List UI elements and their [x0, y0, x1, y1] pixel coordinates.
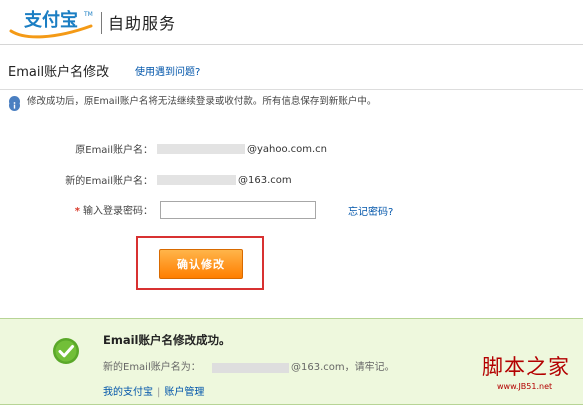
link-separator: | — [157, 387, 161, 398]
jb51-watermark-title: 脚本之家 — [482, 355, 570, 379]
section-header: Email账户名修改 使用遇到问题? — [0, 58, 583, 88]
page-header: 支付宝 TM 自助服务 — [0, 0, 583, 45]
success-title: Email账户名修改成功。 — [103, 333, 231, 347]
section-title: Email账户名修改 — [8, 65, 110, 80]
old-account-label: 原Email账户名： — [75, 145, 153, 156]
confirm-change-button[interactable]: 确认修改 — [159, 249, 243, 279]
old-account-value: @yahoo.com.cn — [247, 144, 327, 155]
account-management-link[interactable]: 账户管理 — [164, 387, 204, 398]
alipay-logo: 支付宝 TM — [9, 9, 93, 39]
success-new-account-label: 新的Email账户名为： — [103, 362, 201, 373]
password-row: * 输入登录密码： 忘记密码? — [0, 199, 583, 223]
password-input[interactable] — [160, 201, 316, 219]
svg-text:TM: TM — [83, 11, 93, 18]
success-new-account-value: @163.com，请牢记。 — [291, 362, 395, 373]
checkmark-icon — [53, 338, 79, 364]
page-title: 自助服务 — [108, 14, 177, 33]
old-account-mask — [157, 144, 245, 154]
email-account-change-page: 支付宝 TM 自助服务 Email账户名修改 使用遇到问题? 修改成功后，原Em… — [0, 0, 583, 405]
new-account-value: @163.com — [238, 175, 292, 186]
new-account-mask — [157, 175, 236, 185]
success-links: 我的支付宝 | 账户管理 — [103, 385, 204, 400]
success-account-mask — [212, 363, 289, 373]
password-label: * 输入登录密码： — [75, 204, 153, 219]
new-account-row: 新的Email账户名： @163.com — [0, 170, 583, 194]
old-account-row: 原Email账户名： @yahoo.com.cn — [0, 139, 583, 163]
change-warning-text: 修改成功后，原Email账户名将无法继续登录或收付款。所有信息保存到新账户中。 — [27, 96, 377, 107]
my-alipay-link[interactable]: 我的支付宝 — [103, 387, 153, 398]
forgot-password-link[interactable]: 忘记密码? — [348, 205, 393, 220]
svg-text:支付宝: 支付宝 — [23, 9, 78, 31]
info-icon — [9, 96, 20, 111]
jb51-watermark-domain: www.JB51.net — [497, 382, 553, 391]
new-account-label: 新的Email账户名： — [65, 176, 153, 187]
password-label-text: 输入登录密码： — [83, 206, 153, 217]
info-icon-glyph — [9, 100, 20, 111]
help-link[interactable]: 使用遇到问题? — [135, 65, 200, 81]
section-divider — [0, 89, 583, 90]
header-divider — [101, 12, 102, 34]
required-mark: * — [74, 206, 80, 217]
